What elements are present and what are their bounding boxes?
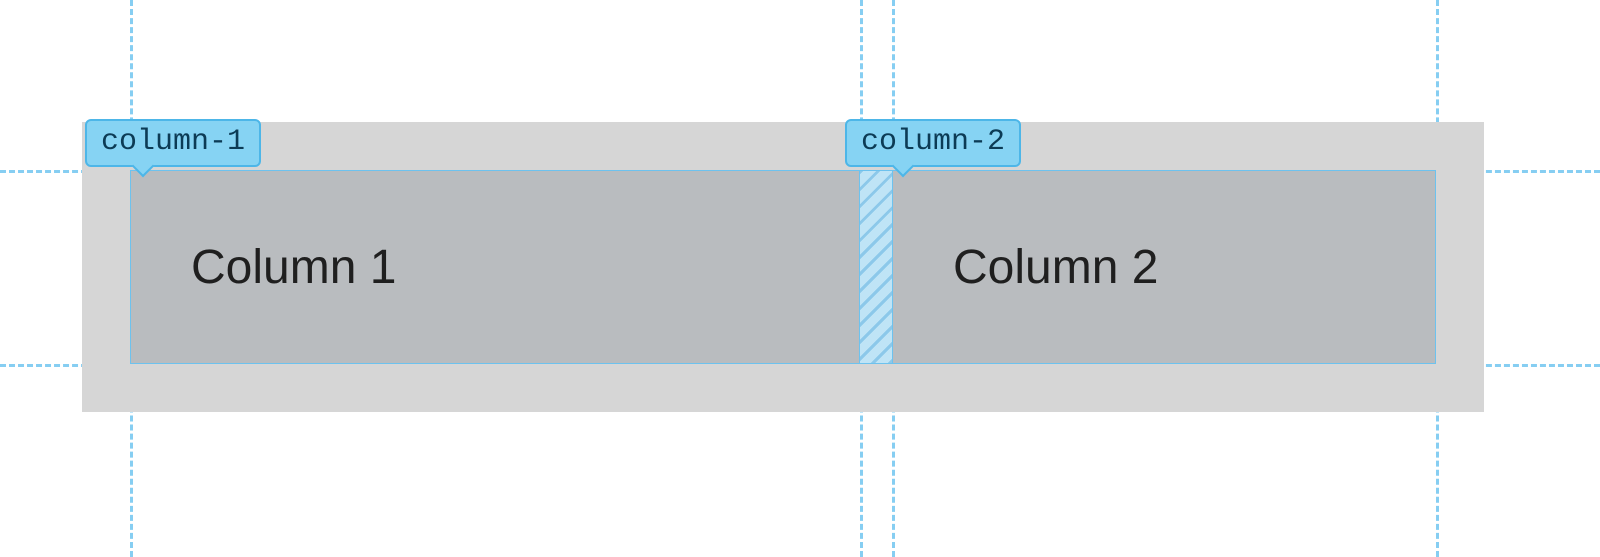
column-1-tag-label: column-1: [101, 125, 245, 159]
column-1: column-1 Column 1: [130, 170, 860, 364]
column-1-tag: column-1: [85, 119, 261, 167]
column-2-tag: column-2: [845, 119, 1021, 167]
grid-container: column-1 Column 1 column-2 Column 2: [82, 122, 1484, 412]
grid-gutter: [860, 170, 892, 364]
column-2-tag-label: column-2: [861, 125, 1005, 159]
column-1-text: Column 1: [191, 240, 396, 295]
column-2-text: Column 2: [953, 240, 1158, 295]
column-2: column-2 Column 2: [892, 170, 1436, 364]
